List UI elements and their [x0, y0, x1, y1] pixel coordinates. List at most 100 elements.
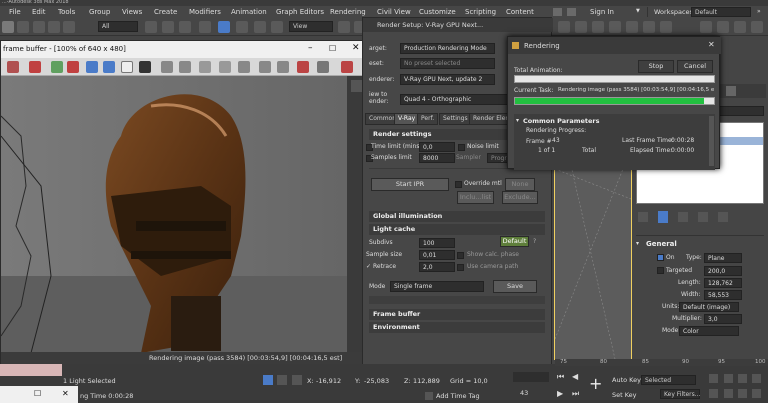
tab-settings[interactable]: Settings	[439, 113, 472, 125]
teapot-icon[interactable]	[700, 21, 712, 33]
show-calc-phase-checkbox[interactable]	[457, 252, 464, 259]
link-icon[interactable]	[33, 21, 45, 33]
sign-in-dropdown-icon[interactable]: ▼	[636, 9, 640, 14]
pivot-point-icon[interactable]	[338, 21, 350, 33]
key-filters-button[interactable]: Key Filters...	[660, 389, 701, 399]
retrace-checkmark-icon[interactable]: ✓	[366, 264, 371, 270]
mini-window[interactable]: ☐ ✕	[0, 386, 78, 403]
preset-select[interactable]: No preset selected	[400, 58, 495, 69]
help-icon[interactable]	[553, 8, 562, 16]
rectangular-selection-icon[interactable]	[179, 21, 191, 33]
override-mtl-checkbox[interactable]	[455, 181, 462, 188]
rollout-collapse-icon[interactable]: ▾	[636, 241, 639, 247]
time-tag-icon[interactable]	[425, 392, 433, 400]
move-icon[interactable]	[218, 21, 230, 33]
environment-rollout-header[interactable]: Environment	[369, 322, 545, 333]
length-field[interactable]: 128,762	[704, 278, 742, 288]
time-limit-field[interactable]: 0,0	[419, 142, 455, 152]
start-ipr-button[interactable]: Start IPR	[371, 178, 449, 191]
close-button[interactable]: ✕	[352, 44, 360, 53]
bind-space-warp-icon[interactable]	[63, 21, 75, 33]
alpha-channel-icon[interactable]	[121, 61, 133, 73]
scrollbar[interactable]	[709, 116, 714, 166]
material-editor-icon[interactable]	[592, 21, 604, 33]
link-ipr-icon[interactable]	[277, 61, 289, 73]
light-cache-rollout-header[interactable]: Light cache	[369, 224, 545, 235]
menu-views[interactable]: Views	[122, 9, 142, 16]
menu-create[interactable]: Create	[154, 9, 177, 16]
cancel-button[interactable]: Cancel	[677, 60, 713, 73]
load-icon[interactable]	[179, 61, 191, 73]
clear-icon[interactable]	[199, 61, 211, 73]
mode-select[interactable]: Single frame	[390, 281, 484, 292]
menu-content[interactable]: Content	[506, 9, 534, 16]
undo-icon[interactable]	[2, 21, 14, 33]
pin-stack-icon[interactable]	[638, 212, 648, 222]
orthographic-viewport[interactable]	[554, 138, 632, 360]
render-production-icon[interactable]	[643, 21, 655, 33]
render-iterative-icon[interactable]	[660, 21, 672, 33]
unlink-icon[interactable]	[48, 21, 60, 33]
go-to-start-icon[interactable]: ⏮	[557, 373, 564, 381]
select-object-icon[interactable]	[145, 21, 157, 33]
scale-icon[interactable]	[254, 21, 266, 33]
maxscript-listener-field[interactable]	[0, 364, 62, 376]
save-image-icon[interactable]	[7, 61, 19, 73]
menu-graph-editors[interactable]: Graph Editors	[276, 9, 324, 16]
show-green-icon[interactable]	[86, 61, 98, 73]
menu-modifiers[interactable]: Modifiers	[189, 9, 221, 16]
key-set-select[interactable]: Selected	[641, 375, 696, 385]
menu-group[interactable]: Group	[89, 9, 110, 16]
menu-scripting[interactable]: Scripting	[465, 9, 496, 16]
minimize-button[interactable]: –	[308, 44, 313, 53]
stop-button[interactable]: Stop	[638, 60, 674, 73]
render-frame-icon[interactable]	[751, 21, 763, 33]
menu-civil-view[interactable]: Civil View	[377, 9, 411, 16]
subdivs-field[interactable]: 100	[419, 238, 455, 248]
previous-frame-icon[interactable]: ◀	[572, 373, 578, 381]
type-select[interactable]: Plane	[704, 253, 742, 263]
add-time-tag-button[interactable]: Add Time Tag	[436, 393, 480, 400]
width-field[interactable]: 58,553	[704, 290, 742, 300]
frame-buffer-rollout-header[interactable]: Frame buffer	[369, 309, 545, 320]
menu-edit[interactable]: Edit	[32, 9, 46, 16]
absolute-mode-icon[interactable]	[292, 375, 302, 385]
x-coordinate[interactable]: -16,912	[316, 378, 341, 385]
exclude-button[interactable]: Exclude...	[502, 191, 538, 204]
placement-icon[interactable]	[271, 21, 283, 33]
play-icon[interactable]: ▶	[557, 390, 563, 398]
selection-lock-icon[interactable]	[277, 375, 287, 385]
help-icon[interactable]: ?	[533, 239, 536, 245]
y-coordinate[interactable]: -25,083	[364, 378, 389, 385]
mode-select[interactable]: Color	[679, 326, 739, 336]
noise-limit-checkbox[interactable]	[458, 144, 465, 151]
add-key-icon[interactable]: +	[589, 376, 602, 392]
z-coordinate[interactable]: 112,889	[413, 378, 440, 385]
override-mtl-button[interactable]: None	[505, 178, 535, 191]
menu-animation[interactable]: Animation	[231, 9, 267, 16]
close-button[interactable]: ✕	[708, 41, 715, 49]
targeted-checkbox[interactable]	[657, 267, 664, 274]
on-checkbox[interactable]	[657, 254, 664, 261]
select-by-name-icon[interactable]	[162, 21, 174, 33]
duplicate-icon[interactable]	[219, 61, 231, 73]
isolate-selection-icon[interactable]	[263, 375, 273, 385]
samples-limit-field[interactable]: 8000	[419, 153, 455, 163]
multiplier-field[interactable]: 3,0	[704, 314, 742, 324]
make-unique-icon[interactable]	[678, 212, 688, 222]
menu-overflow-icon[interactable]: »	[757, 9, 761, 15]
render-active-icon[interactable]	[717, 21, 729, 33]
mono-icon[interactable]	[139, 61, 151, 73]
menu-file[interactable]: File	[9, 9, 21, 16]
configure-modifier-sets-icon[interactable]	[718, 212, 728, 222]
view-to-render-select[interactable]: Quad 4 - Orthographic	[400, 94, 510, 105]
window-crossing-icon[interactable]	[199, 21, 211, 33]
renderer-select[interactable]: V-Ray GPU Next, update 2	[400, 74, 495, 85]
redo-icon[interactable]	[17, 21, 29, 33]
menu-customize[interactable]: Customize	[419, 9, 456, 16]
rollout-collapse-icon[interactable]: ▾	[516, 118, 519, 124]
remove-modifier-icon[interactable]	[698, 212, 708, 222]
maximize-viewport-icon[interactable]	[752, 389, 761, 398]
zoom-icon[interactable]	[709, 374, 718, 383]
region-render-icon[interactable]	[259, 61, 271, 73]
